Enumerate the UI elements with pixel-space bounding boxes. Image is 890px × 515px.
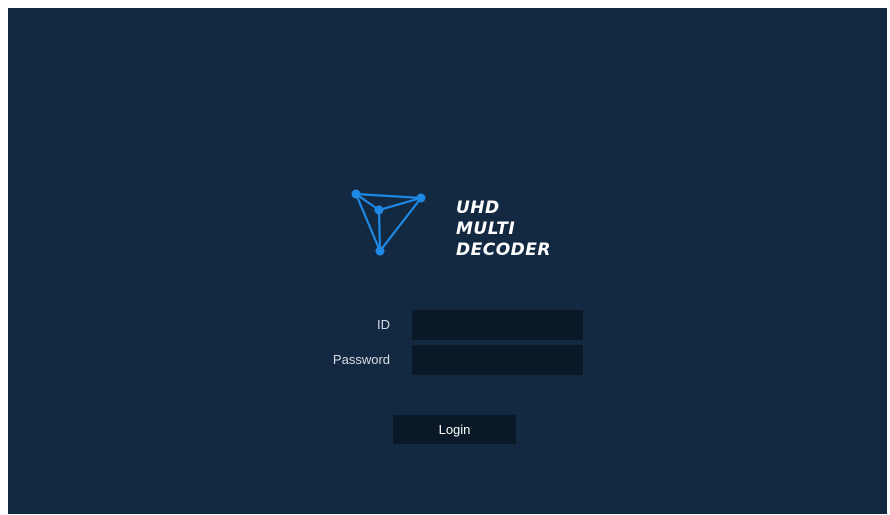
brand-name-line-3: DECODER [456, 240, 551, 260]
password-input[interactable] [412, 345, 583, 375]
brand-name-line-2: MULTI [456, 219, 516, 239]
triangle-network-logo-icon [351, 189, 426, 256]
id-label: ID [377, 317, 390, 332]
brand-logo: UHD MULTI DECODER [346, 186, 586, 271]
id-input[interactable] [412, 310, 583, 340]
login-button[interactable]: Login [393, 415, 516, 444]
brand-name-line-1: UHD [456, 198, 500, 218]
password-label: Password [332, 352, 390, 367]
login-screen: UHD MULTI DECODER ID Password Login [8, 8, 887, 514]
